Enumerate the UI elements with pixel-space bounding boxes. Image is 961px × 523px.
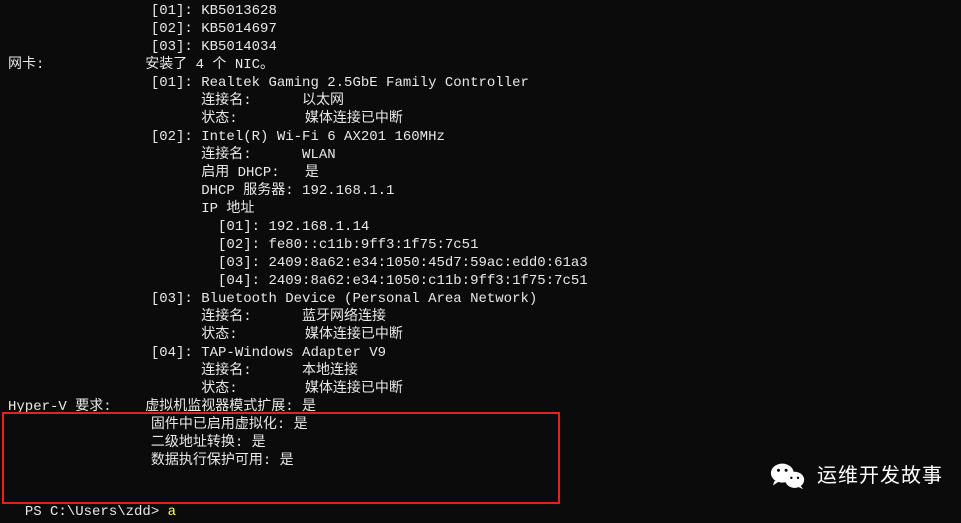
output-line: 状态: 媒体连接已中断 xyxy=(8,110,953,128)
output-line: [03]: 2409:8a62:e34:1050:45d7:59ac:edd0:… xyxy=(8,254,953,272)
output-line: 固件中已启用虚拟化: 是 xyxy=(8,416,953,434)
output-line: [04]: 2409:8a62:e34:1050:c11b:9ff3:1f75:… xyxy=(8,272,953,290)
output-line: 二级地址转换: 是 xyxy=(8,434,953,452)
output-line: 状态: 媒体连接已中断 xyxy=(8,380,953,398)
output-line: IP 地址 xyxy=(8,200,953,218)
output-line: [02]: KB5014697 xyxy=(8,20,953,38)
output-line: [04]: TAP-Windows Adapter V9 xyxy=(8,344,953,362)
prompt-line[interactable]: PS C:\Users\zdd> a xyxy=(8,485,176,521)
output-line: [02]: Intel(R) Wi-Fi 6 AX201 160MHz xyxy=(8,128,953,146)
output-line: 连接名: 蓝牙网络连接 xyxy=(8,308,953,326)
output-line: [03]: KB5014034 xyxy=(8,38,953,56)
watermark-text: 运维开发故事 xyxy=(817,467,943,485)
output-line: [03]: Bluetooth Device (Personal Area Ne… xyxy=(8,290,953,308)
output-line: [01]: Realtek Gaming 2.5GbE Family Contr… xyxy=(8,74,953,92)
output-line: [01]: KB5013628 xyxy=(8,2,953,20)
output-line: Hyper-V 要求: 虚拟机监视器模式扩展: 是 xyxy=(8,398,953,416)
prompt-typed: a xyxy=(168,504,176,520)
output-line: DHCP 服务器: 192.168.1.1 xyxy=(8,182,953,200)
terminal-output: [01]: KB5013628 [02]: KB5014697 [03]: KB… xyxy=(0,0,961,472)
output-line: 状态: 媒体连接已中断 xyxy=(8,326,953,344)
output-line: 启用 DHCP: 是 xyxy=(8,164,953,182)
output-line: [01]: 192.168.1.14 xyxy=(8,218,953,236)
watermark: 运维开发故事 xyxy=(769,457,943,495)
output-line: 连接名: WLAN xyxy=(8,146,953,164)
output-line: 网卡: 安装了 4 个 NIC。 xyxy=(8,56,953,74)
wechat-icon xyxy=(769,457,807,495)
output-line: 连接名: 本地连接 xyxy=(8,362,953,380)
output-line: 连接名: 以太网 xyxy=(8,92,953,110)
output-line: [02]: fe80::c11b:9ff3:1f75:7c51 xyxy=(8,236,953,254)
prompt-prefix: PS C:\Users\zdd> xyxy=(25,504,168,520)
